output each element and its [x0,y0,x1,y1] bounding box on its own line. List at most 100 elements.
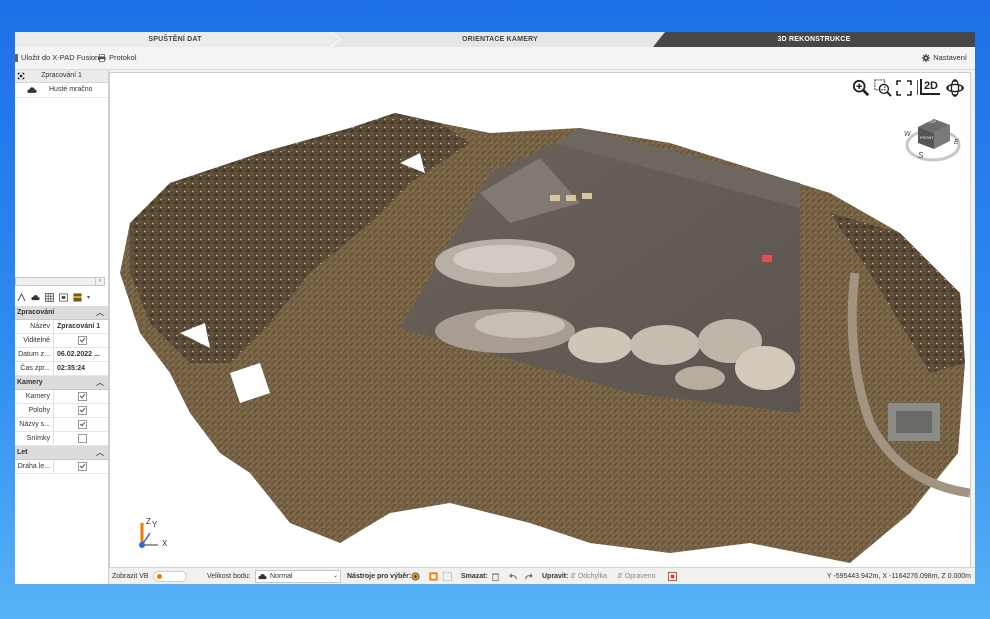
property-flight-path-key: Dráha le... [15,460,54,473]
more-tools-icon[interactable]: ▾ [87,294,90,301]
property-row: Snímky [15,432,108,446]
step-camera-orientation[interactable]: ORIENTACE KAMERY [335,32,665,47]
save-icon [15,54,18,62]
protocol-button[interactable]: Protokol [98,47,137,69]
point-size-select[interactable]: Normal ⌄ [255,570,341,583]
point-size-label: Velikost bodu: [207,573,251,580]
rectangle-select-icon[interactable] [429,572,438,581]
step-data-import[interactable]: SPUŠTĚNÍ DAT [15,32,335,47]
texture-icon[interactable] [73,292,82,302]
gear-icon [922,54,931,62]
panel-tool-row: ▾ [15,290,110,304]
flight-path-checkbox[interactable] [78,462,87,471]
zoom-window-icon[interactable] [874,79,892,97]
tree-horizontal-scrollbar[interactable]: › [15,277,105,286]
point-size-value: Normal [270,573,293,580]
coordinates-readout: Y -595443.942m, X -1164276.098m, Z 0.000… [826,573,971,580]
nav-cube-front-label: FRONT [920,135,934,140]
chevron-up-icon[interactable]: ︿ [96,376,104,389]
axes-gizmo: X Z Y [132,515,172,551]
step-3d-reconstruction[interactable]: 3D REKONSTRUKCE [653,32,975,47]
chevron-up-icon[interactable]: ︿ [96,446,104,459]
image-view-icon[interactable] [59,293,68,302]
measure-icon[interactable] [17,292,26,302]
protocol-label: Protokol [109,53,137,62]
navigation-cube[interactable]: TOP FRONT W S E [904,115,962,165]
toolbar-divider [917,80,918,95]
axis-x-label: X [162,539,168,548]
corrected-label: Opraveno [624,573,656,580]
expand-all-icon[interactable] [17,72,25,80]
compass-west-label: W [904,131,911,138]
view-2d-toggle[interactable]: 2D [919,79,940,95]
edit-label: Upravit: [542,573,569,580]
property-row: Viditelné [15,334,108,348]
settings-button[interactable]: Nastavení [922,47,967,69]
section-flight-label: Let [17,449,28,456]
selection-tools-label: Nástroje pro výběr: [347,573,412,580]
property-date-value: 06.02.2022 ... [57,351,100,358]
delete-label: Smazat: [461,573,488,580]
trash-icon[interactable] [491,572,500,581]
compass-south-label: S [918,151,924,160]
property-image-names-key: Názvy s... [15,418,54,431]
nav-cube-top-label: TOP [928,119,937,124]
property-name-key: Název [15,320,54,333]
tree-item-processing[interactable]: Zpracování 1 [15,70,108,83]
tree-item-dense-cloud[interactable]: Husté mračno [15,83,108,98]
positions-checkbox[interactable] [78,406,87,415]
section-processing-label: Zpracování [17,309,55,316]
property-cameras-key: Kamery [15,390,54,403]
property-name-value[interactable]: Zpracování 1 [54,320,108,333]
fit-view-icon[interactable] [896,80,912,96]
select-tool-icon[interactable] [411,572,420,581]
toggle-knob [157,574,162,579]
save-to-fusion-label: Uložit do X-PAD Fusion [21,53,100,62]
image-names-checkbox[interactable] [78,420,87,429]
section-flight[interactable]: Let ︿ [15,446,108,460]
clear-selection-icon[interactable] [443,572,452,581]
cloud-icon [258,574,267,580]
grid-icon[interactable] [45,292,54,302]
3d-viewport[interactable]: 2D TOP FRONT W S E X Z Y [109,72,971,568]
cloud-icon[interactable] [31,293,40,302]
cameras-checkbox[interactable] [78,392,87,401]
left-panel: Zpracování 1 Husté mračno › ▾ Zpracování… [15,70,109,584]
visible-checkbox[interactable] [78,336,87,345]
printer-icon [98,54,106,62]
property-time-key: Čas zpr... [15,362,54,375]
tree-root-label: Zpracování 1 [41,72,82,79]
property-visible-key: Viditelné [15,334,54,347]
chevron-up-icon[interactable]: ︿ [96,306,104,319]
settings-label: Nastavení [933,53,967,62]
property-row: Polohy [15,404,108,418]
redo-icon[interactable] [524,572,533,581]
save-to-fusion-button[interactable]: Uložit do X-PAD Fusion [15,47,99,69]
section-cameras-label: Kamery [17,379,43,386]
tree-child-label: Husté mračno [49,86,93,93]
status-bar: Zobrazit VB Velikost bodu: Normal ⌄ Nást… [109,567,975,584]
property-row: Název Zpracování 1 [15,320,108,334]
point-cloud-render[interactable] [110,73,970,567]
deviation-label: Odchylka [577,573,607,580]
export-icon[interactable] [668,572,677,581]
zoom-in-icon[interactable] [852,79,870,97]
property-row: Kamery [15,390,108,404]
property-positions-key: Polohy [15,404,54,417]
cloud-icon [27,87,37,93]
step-separator-icon [331,32,341,47]
undo-icon[interactable] [509,572,518,581]
scroll-right-icon[interactable]: › [95,278,104,285]
property-date-key: Datum z... [15,348,54,361]
show-vb-toggle[interactable] [153,571,187,582]
section-cameras[interactable]: Kamery ︿ [15,376,108,390]
orbit-icon[interactable] [946,79,964,97]
toolbar: Uložit do X-PAD Fusion Protokol Nastaven… [15,47,975,70]
axis-z-label: Z [146,517,151,526]
app-window: SPUŠTĚNÍ DAT ORIENTACE KAMERY 3D REKONST… [15,32,975,584]
images-checkbox[interactable] [78,434,87,443]
compass-east-label: E [954,139,959,146]
corrected-button[interactable]: ⇵ Opraveno [617,568,656,584]
deviation-button[interactable]: ⇵ Odchylka [570,568,607,584]
section-processing[interactable]: Zpracování ︿ [15,306,108,320]
